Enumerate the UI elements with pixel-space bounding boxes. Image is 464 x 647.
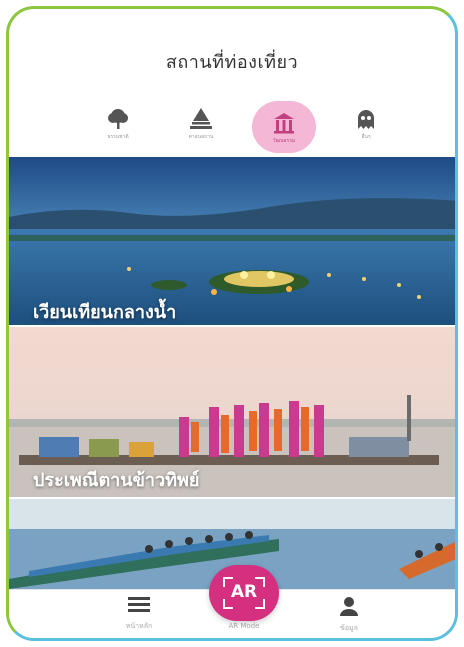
museum-icon [274, 113, 294, 134]
ar-button[interactable]: AR [209, 565, 279, 621]
temple-icon [190, 108, 212, 129]
nav-profile[interactable]: ข้อมูล [319, 596, 379, 634]
ar-button-label: AR [230, 582, 258, 602]
app-frame: สถานที่ท่องเที่ยว ธรรมชาติ ศาสนสถาน วัฒน… [6, 6, 458, 641]
category-nature[interactable]: ธรรมชาติ [88, 101, 148, 153]
category-label: ศาสนสถาน [188, 134, 214, 140]
category-other[interactable]: อื่นๆ [336, 101, 396, 153]
place-card-title: ประเพณีตานข้าวทิพย์ [33, 470, 200, 491]
place-card-title: เวียนเทียนกลางน้ำ [33, 302, 177, 323]
menu-list-icon [128, 597, 150, 612]
nav-ar-caption: AR Mode [228, 622, 260, 630]
category-culture[interactable]: วัฒนธรรม [252, 101, 316, 153]
nav-home[interactable]: หน้าหลัก [109, 596, 169, 632]
category-label: อื่นๆ [361, 134, 371, 140]
nav-profile-label: ข้อมูล [340, 624, 358, 632]
ghost-icon [358, 110, 374, 129]
category-label: ธรรมชาติ [107, 134, 129, 140]
category-label: วัฒนธรรม [272, 138, 296, 144]
place-card[interactable]: ประเพณีตานข้าวทิพย์ [9, 327, 455, 497]
tree-icon [108, 109, 128, 129]
user-icon [340, 597, 358, 616]
nav-home-label: หน้าหลัก [125, 622, 153, 630]
place-card[interactable]: เวียนเทียนกลางน้ำ [9, 157, 455, 325]
page-title: สถานที่ท่องเที่ยว [165, 52, 299, 73]
category-bar: ธรรมชาติ ศาสนสถาน วัฒนธรรม อื่นๆ [9, 101, 455, 161]
category-temple[interactable]: ศาสนสถาน [171, 101, 231, 153]
